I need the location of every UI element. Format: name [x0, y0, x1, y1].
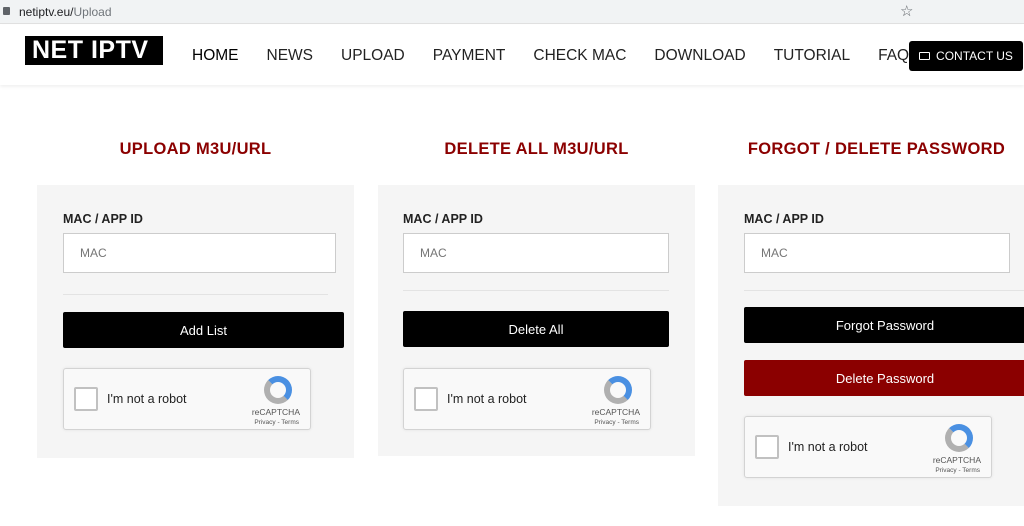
mac-input[interactable]	[63, 233, 336, 273]
nav-home[interactable]: HOME	[192, 47, 239, 65]
recaptcha-checkbox[interactable]	[414, 387, 438, 411]
lock-icon	[3, 7, 10, 15]
section-title-password: FORGOT / DELETE PASSWORD	[747, 140, 1006, 158]
url-path: Upload	[73, 5, 112, 19]
recaptcha-terms[interactable]: Privacy - Terms	[254, 419, 299, 426]
divider	[403, 290, 669, 291]
mac-label: MAC / APP ID	[403, 212, 483, 226]
recaptcha-widget: I'm not a robot reCAPTCHA Privacy - Term…	[403, 368, 651, 430]
recaptcha-logo-icon	[945, 424, 973, 452]
delete-all-button[interactable]: Delete All	[403, 311, 669, 347]
mac-label: MAC / APP ID	[744, 212, 824, 226]
recaptcha-logo-icon	[604, 376, 632, 404]
recaptcha-terms[interactable]: Privacy - Terms	[935, 467, 980, 474]
section-title-upload: UPLOAD M3U/URL	[119, 140, 272, 158]
divider	[63, 294, 328, 295]
envelope-icon	[919, 52, 931, 60]
nav-tutorial[interactable]: TUTORIAL	[774, 47, 850, 65]
recaptcha-brand: reCAPTCHA	[932, 455, 981, 465]
recaptcha-brand: reCAPTCHA	[591, 407, 640, 417]
recaptcha-widget: I'm not a robot reCAPTCHA Privacy - Term…	[63, 368, 311, 430]
recaptcha-checkbox[interactable]	[74, 387, 98, 411]
url-text[interactable]: netiptv.eu/Upload	[19, 5, 112, 19]
browser-address-bar[interactable]: netiptv.eu/Upload ☆	[0, 0, 1024, 24]
nav-payment[interactable]: PAYMENT	[433, 47, 506, 65]
recaptcha-text: I'm not a robot	[107, 392, 187, 406]
mac-label: MAC / APP ID	[63, 212, 143, 226]
delete-password-button[interactable]: Delete Password	[744, 360, 1024, 396]
forgot-password-button[interactable]: Forgot Password	[744, 307, 1024, 343]
recaptcha-checkbox[interactable]	[755, 435, 779, 459]
recaptcha-text: I'm not a robot	[447, 392, 527, 406]
bookmark-star-icon[interactable]: ☆	[900, 2, 913, 20]
add-list-button[interactable]: Add List	[63, 312, 344, 348]
site-nav: NET IPTV HOME NEWS UPLOAD PAYMENT CHECK …	[0, 25, 1024, 85]
mac-input[interactable]	[744, 233, 1010, 273]
logo[interactable]: NET IPTV	[25, 36, 163, 65]
recaptcha-text: I'm not a robot	[788, 440, 868, 454]
recaptcha-brand: reCAPTCHA	[251, 407, 300, 417]
contact-us-button[interactable]: CONTACT US	[909, 41, 1023, 71]
nav-upload[interactable]: UPLOAD	[341, 47, 405, 65]
url-host: netiptv.eu/	[19, 5, 74, 19]
divider	[744, 290, 1024, 291]
recaptcha-terms[interactable]: Privacy - Terms	[594, 419, 639, 426]
recaptcha-widget: I'm not a robot reCAPTCHA Privacy - Term…	[744, 416, 992, 478]
mac-input[interactable]	[403, 233, 669, 273]
nav-check-mac[interactable]: CHECK MAC	[533, 47, 626, 65]
recaptcha-logo-icon	[264, 376, 292, 404]
nav-download[interactable]: DOWNLOAD	[654, 47, 745, 65]
nav-menu: HOME NEWS UPLOAD PAYMENT CHECK MAC DOWNL…	[192, 47, 922, 65]
section-title-delete-all: DELETE ALL M3U/URL	[444, 140, 629, 158]
contact-label: CONTACT US	[936, 49, 1013, 63]
nav-news[interactable]: NEWS	[267, 47, 314, 65]
